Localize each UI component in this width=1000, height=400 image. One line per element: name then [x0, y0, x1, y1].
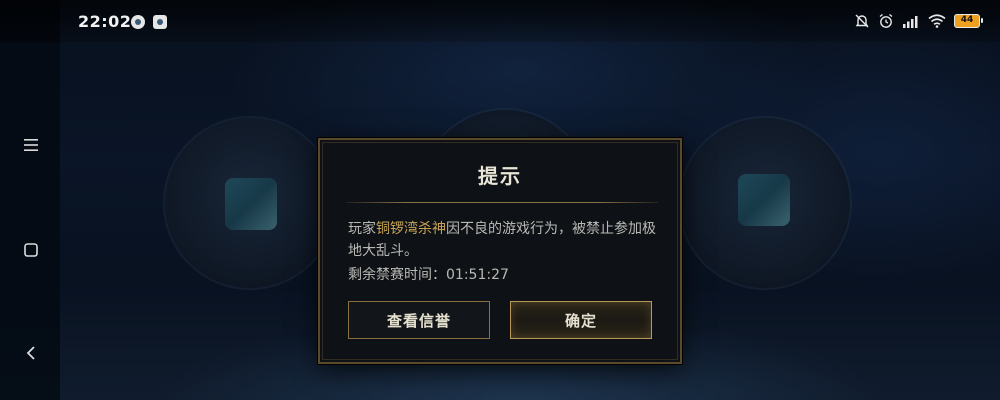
mute-bell-icon	[854, 13, 870, 29]
menu-icon[interactable]	[20, 134, 42, 156]
title-divider	[346, 202, 658, 203]
app-notification-icon	[131, 15, 145, 29]
clock: 22:02	[78, 12, 132, 31]
wifi-icon	[928, 14, 946, 28]
alarm-icon	[878, 13, 894, 29]
message-prefix: 玩家	[348, 221, 376, 237]
player-name: 铜锣湾杀神	[376, 221, 446, 237]
back-chevron-icon[interactable]	[20, 342, 42, 364]
dialog-title: 提示	[478, 164, 522, 188]
signal-icon	[902, 14, 920, 28]
status-bar: 22:02 44	[0, 0, 1000, 42]
remaining-label: 剩余禁赛时间：	[348, 267, 446, 283]
ban-notice-dialog: 提示 玩家铜锣湾杀神因不良的游戏行为，被禁止参加极地大乱斗。 剩余禁赛时间：01…	[318, 138, 682, 364]
confirm-button[interactable]: 确定	[510, 301, 652, 339]
system-icons: 44	[854, 12, 983, 30]
remaining-ban-time: 剩余禁赛时间：01:51:27	[348, 264, 509, 284]
home-square-icon[interactable]	[20, 239, 42, 261]
remaining-time: 01:51:27	[446, 267, 509, 283]
ban-message: 玩家铜锣湾杀神因不良的游戏行为，被禁止参加极地大乱斗。	[348, 218, 658, 262]
app-notification-icon	[153, 15, 167, 29]
navigation-side-bar	[0, 0, 60, 400]
view-reputation-button[interactable]: 查看信誉	[348, 301, 490, 339]
battery-icon: 44	[954, 14, 983, 28]
